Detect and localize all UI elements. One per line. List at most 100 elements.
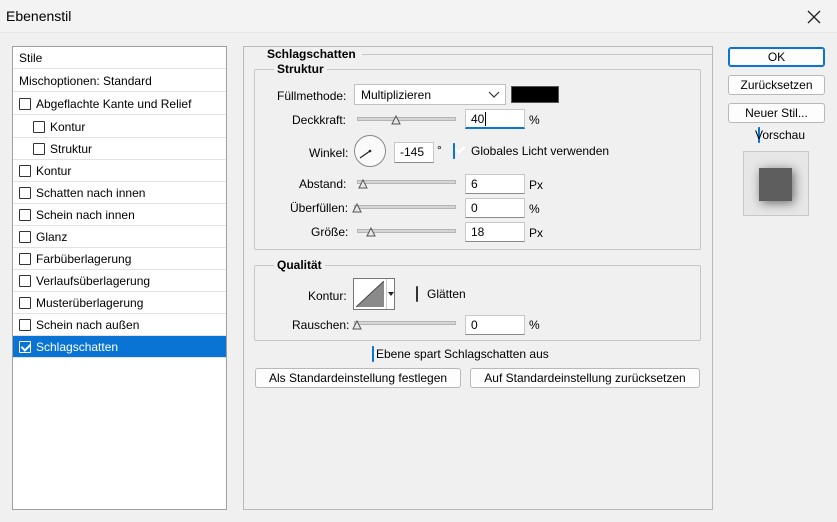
blend-mode-select[interactable]: Multiplizieren <box>354 84 506 105</box>
angle-value: -145 <box>400 145 425 159</box>
style-item-label: Musterüberlagerung <box>36 295 144 310</box>
style-checkbox-drop-shadow[interactable] <box>19 340 31 353</box>
style-checkbox-inner-shadow[interactable] <box>19 186 31 199</box>
style-item-texture-sub[interactable]: Struktur <box>13 138 226 160</box>
style-item-label: Kontur <box>36 163 72 178</box>
style-checkbox-outer-glow[interactable] <box>19 318 31 331</box>
preview-thumbnail <box>743 151 809 216</box>
spread-unit: % <box>529 202 540 216</box>
styles-list: Stile Mischoptionen: Standard Abgeflacht… <box>12 46 227 510</box>
quality-title: Qualität <box>274 258 325 272</box>
style-item-label: Schlagschatten <box>36 339 119 354</box>
opacity-label: Deckkraft: <box>292 113 347 127</box>
distance-unit: Px <box>529 178 544 192</box>
style-checkbox-inner-glow[interactable] <box>19 208 31 221</box>
style-checkbox-texture-sub[interactable] <box>33 142 45 155</box>
angle-input[interactable]: -145 <box>394 142 434 163</box>
style-item-label: Schatten nach innen <box>36 185 146 200</box>
blend-mode-value: Multiplizieren <box>361 87 432 102</box>
ok-button[interactable]: OK <box>728 47 825 67</box>
style-item-satin[interactable]: Glanz <box>13 226 226 248</box>
reset-button[interactable]: Zurücksetzen <box>728 75 825 95</box>
preview-label: Vorschau <box>755 128 806 142</box>
style-checkbox-gradient-overlay[interactable] <box>19 274 31 287</box>
spread-label: Überfüllen: <box>290 201 349 215</box>
styles-header[interactable]: Stile <box>13 47 226 69</box>
knockout-label: Ebene spart Schlagschatten aus <box>376 347 549 361</box>
style-item-inner-glow[interactable]: Schein nach innen <box>13 204 226 226</box>
style-checkbox-bevel[interactable] <box>19 97 31 110</box>
style-checkbox-stroke[interactable] <box>19 164 31 177</box>
style-item-label: Kontur <box>50 119 86 134</box>
size-label: Größe: <box>311 225 349 239</box>
size-unit: Px <box>529 226 544 240</box>
panel-title: Schlagschatten <box>264 47 359 61</box>
title-bar: Ebenenstil <box>0 0 837 33</box>
distance-label: Abstand: <box>299 177 347 191</box>
size-slider-thumb[interactable] <box>366 227 376 237</box>
style-item-label: Glanz <box>36 229 68 244</box>
global-light-checkbox[interactable] <box>453 143 455 159</box>
angle-dial-icon[interactable] <box>353 134 387 168</box>
opacity-input[interactable]: 40 <box>465 109 525 129</box>
style-checkbox-color-overlay[interactable] <box>19 252 31 265</box>
style-checkbox-contour-sub[interactable] <box>33 120 45 133</box>
style-item-drop-shadow[interactable]: Schlagschatten <box>13 336 226 358</box>
spread-value: 0 <box>471 201 478 215</box>
size-value: 18 <box>471 225 485 239</box>
noise-slider-track[interactable] <box>354 321 456 325</box>
antialias-label: Glätten <box>427 287 466 301</box>
spread-slider-track[interactable] <box>354 205 456 209</box>
style-item-pattern-overlay[interactable]: Musterüberlagerung <box>13 292 226 314</box>
spread-input[interactable]: 0 <box>465 198 525 218</box>
style-item-stroke[interactable]: Kontur <box>13 160 226 182</box>
size-input[interactable]: 18 <box>465 222 525 242</box>
style-item-bevel[interactable]: Abgeflachte Kante und Relief <box>13 93 226 115</box>
structure-title: Struktur <box>274 62 327 76</box>
panel-title-divider <box>362 54 713 55</box>
style-item-label: Struktur <box>50 141 93 156</box>
spread-slider-thumb[interactable] <box>352 203 362 213</box>
knockout-checkbox[interactable] <box>372 346 374 362</box>
opacity-unit: % <box>529 113 540 127</box>
style-item-outer-glow[interactable]: Schein nach außen <box>13 314 226 336</box>
close-icon <box>807 10 821 23</box>
noise-slider-thumb[interactable] <box>352 320 362 330</box>
chevron-down-icon <box>488 91 500 98</box>
shadow-color-swatch[interactable] <box>511 86 559 103</box>
noise-value: 0 <box>471 318 478 332</box>
noise-input[interactable]: 0 <box>465 315 525 335</box>
style-item-gradient-overlay[interactable]: Verlaufsüberlagerung <box>13 270 226 292</box>
style-checkbox-pattern-overlay[interactable] <box>19 296 31 309</box>
ok-label: OK <box>767 50 786 64</box>
noise-unit: % <box>529 318 540 332</box>
blend-mode-label: Füllmethode: <box>277 89 346 103</box>
opacity-value: 40 <box>471 112 485 126</box>
make-default-button[interactable]: Als Standardeinstellung festlegen <box>255 368 461 388</box>
antialias-checkbox[interactable] <box>416 286 418 302</box>
contour-picker[interactable] <box>353 278 395 310</box>
distance-input[interactable]: 6 <box>465 174 525 194</box>
blend-mode-label-text: Füllmethode: <box>277 89 347 103</box>
style-item-contour-sub[interactable]: Kontur <box>13 116 226 138</box>
opacity-slider-track[interactable] <box>357 117 456 121</box>
opacity-slider-thumb[interactable] <box>391 115 401 125</box>
styles-header-label: Stile <box>19 50 43 65</box>
reset-label: Zurücksetzen <box>740 78 813 92</box>
style-item-label: Schein nach innen <box>36 207 135 222</box>
contour-curve-icon <box>356 281 384 307</box>
blend-options-item[interactable]: Mischoptionen: Standard <box>13 70 226 92</box>
blend-options-label: Mischoptionen: Standard <box>19 73 152 88</box>
window-title: Ebenenstil <box>6 8 72 24</box>
reset-default-button[interactable]: Auf Standardeinstellung zurücksetzen <box>470 368 700 388</box>
new-style-button[interactable]: Neuer Stil... <box>728 103 825 123</box>
distance-slider-track[interactable] <box>357 180 456 184</box>
preview-square <box>759 168 792 201</box>
new-style-label: Neuer Stil... <box>745 106 808 120</box>
style-item-color-overlay[interactable]: Farbüberlagerung <box>13 248 226 270</box>
style-item-inner-shadow[interactable]: Schatten nach innen <box>13 182 226 204</box>
contour-dropdown[interactable] <box>386 279 394 309</box>
close-button[interactable] <box>791 0 837 33</box>
distance-slider-thumb[interactable] <box>358 179 368 189</box>
style-checkbox-satin[interactable] <box>19 230 31 243</box>
